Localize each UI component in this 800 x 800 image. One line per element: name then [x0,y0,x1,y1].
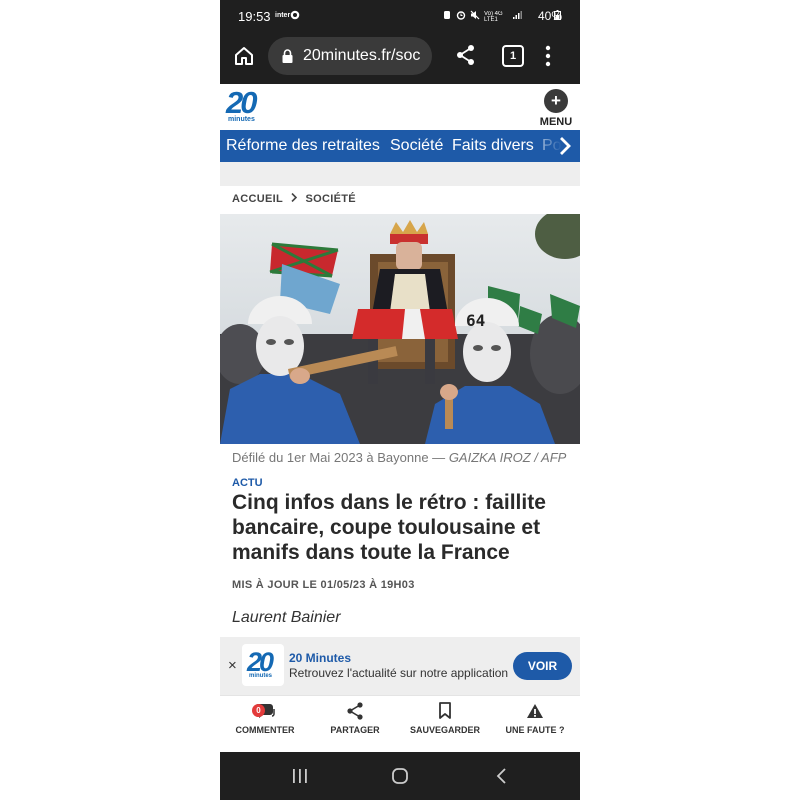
site-logo[interactable]: 20 minutes [226,85,264,125]
app-logo-word: minutes [249,673,273,679]
more-options-icon[interactable] [545,44,551,68]
browser-toolbar: 20minutes.fr/soc 1 [220,32,580,84]
comment-count-badge: 0 [252,704,265,717]
share-icon [347,702,363,720]
url-text: 20minutes.fr/soc [303,47,421,64]
back-icon[interactable] [492,766,512,786]
article-action-bar: 0 COMMENTER PARTAGER SAUVEGARDER UNE FAU… [220,695,580,752]
app-install-banner: × 20 minutes 20 Minutes Retrouvez l'actu… [220,637,580,695]
save-label: SAUVEGARDER [409,725,480,735]
menu-button[interactable]: + MENU [538,89,574,129]
home-nav-icon[interactable] [390,766,410,786]
article-kicker: ACTU [232,477,263,489]
logo-word: minutes [228,116,255,123]
breadcrumb-home[interactable]: ACCUEIL [232,193,283,205]
report-error-button[interactable]: UNE FAUTE ? [490,702,580,735]
section-nav: Réforme des retraites Société Faits dive… [220,130,580,162]
bookmark-icon [439,702,451,719]
comment-button[interactable]: 0 COMMENTER [220,702,310,735]
status-time: 19:53 [238,9,271,24]
nav-item-reforme-retraites[interactable]: Réforme des retraites [226,137,380,155]
share-label: PARTAGER [330,725,380,735]
article-updated: MIS À JOUR LE 01/05/23 À 19H03 [232,579,415,591]
menu-label: MENU [539,116,573,128]
app-banner-subtitle: Retrouvez l'actualité sur notre applicat… [289,666,509,680]
view-app-button[interactable]: VOIR [513,652,572,680]
network-indicator: Vo) 4G LTE1 [484,11,503,22]
lock-icon [282,49,293,63]
article-hero-image: 64 [220,214,580,444]
signal-icon [513,11,522,19]
recent-apps-icon[interactable] [290,766,310,786]
home-icon[interactable] [232,44,256,68]
nav-item-faits-divers[interactable]: Faits divers [452,137,534,155]
breadcrumb-section[interactable]: SOCIÉTÉ [306,193,356,205]
article-title: Cinq infos dans le rétro : faillite banc… [232,491,546,564]
phone-screen: 19:53 inter Vo) 4G LTE1 40% 20minutes.fr… [220,0,580,800]
share-icon[interactable] [455,44,477,66]
plus-icon: + [544,89,568,113]
save-button[interactable]: SAUVEGARDER [400,702,490,735]
chevron-right-icon [291,192,298,203]
comment-label: COMMENTER [235,725,295,735]
android-navigation-bar [220,752,580,800]
status-carrier: inter [275,12,291,19]
share-button[interactable]: PARTAGER [310,702,400,735]
app-banner-title: 20 Minutes [289,651,352,665]
status-bar: 19:53 inter Vo) 4G LTE1 40% [220,0,580,32]
address-bar[interactable]: 20minutes.fr/soc [268,37,432,75]
site-header: 20 minutes + MENU [220,84,580,130]
chevron-right-icon[interactable] [558,136,572,156]
mute-icon [470,10,480,20]
close-icon[interactable]: × [228,657,237,674]
report-label: UNE FAUTE ? [505,725,565,735]
caption-credit: GAIZKA IROZ / AFP [448,450,567,465]
breadcrumb: ACCUEIL SOCIÉTÉ [232,192,356,205]
tab-switcher-button[interactable]: 1 [502,45,524,67]
notification-circle-icon [290,10,300,20]
nav-item-societe[interactable]: Société [390,137,443,155]
caption-text: Défilé du 1er Mai 2023 à Bayonne — [232,450,446,465]
alarm-icon [456,11,466,20]
app-logo: 20 minutes [242,644,284,686]
image-caption: Défilé du 1er Mai 2023 à Bayonne — GAIZK… [232,450,566,465]
battery-icon [554,10,561,20]
article-author[interactable]: Laurent Bainier [232,609,341,627]
security-icon [444,11,450,19]
ad-placeholder-strip [220,162,580,186]
warning-icon [527,704,543,718]
hardhat-number: 64 [466,311,485,330]
